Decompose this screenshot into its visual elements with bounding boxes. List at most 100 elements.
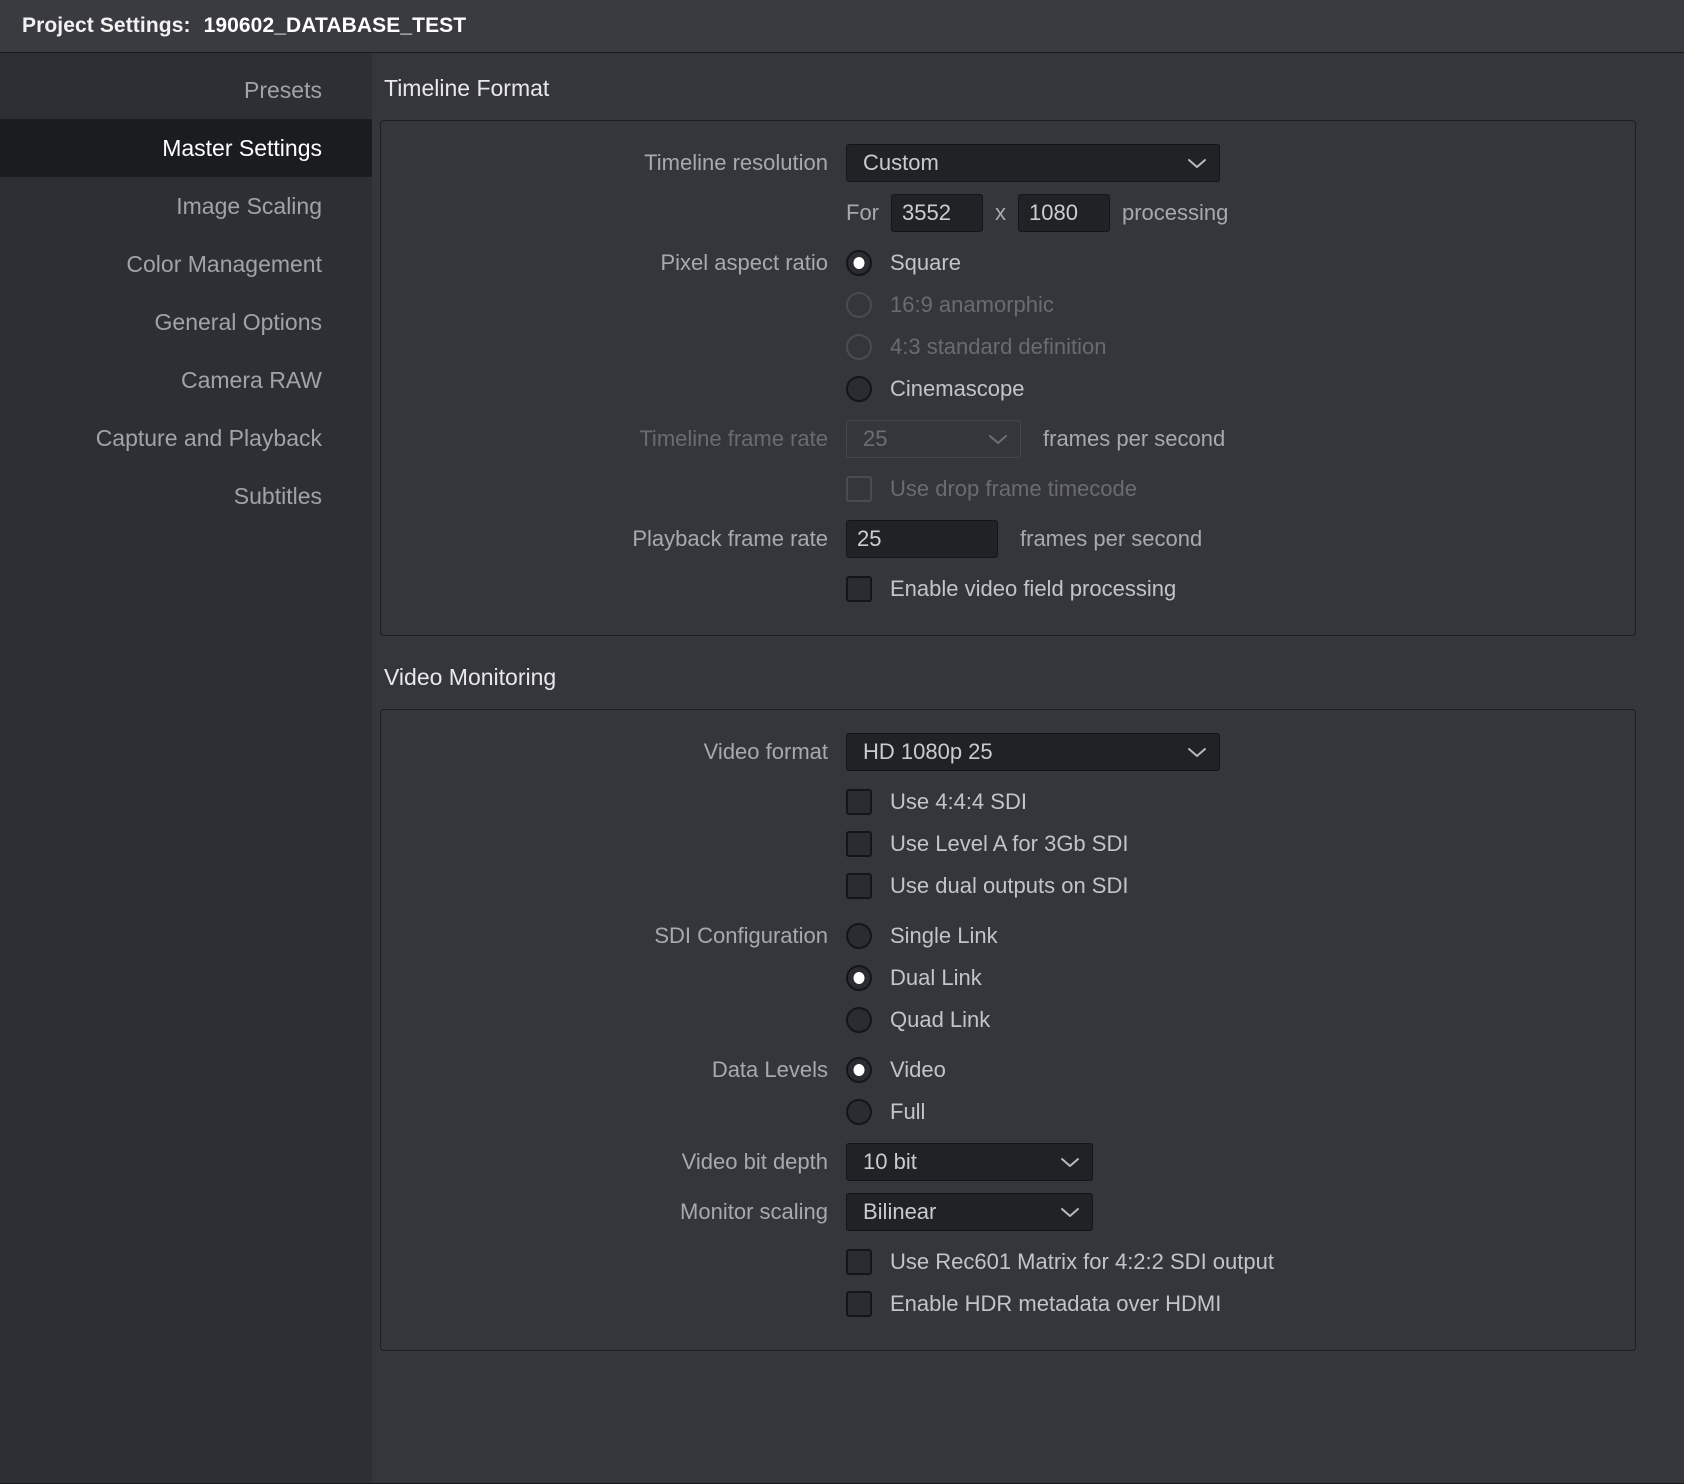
checkbox-label: Use dual outputs on SDI <box>890 873 1129 898</box>
radio-indicator <box>846 292 872 318</box>
custom-resolution-height-input[interactable]: 1080 <box>1018 194 1110 232</box>
sidebar-item-label: Capture and Playback <box>95 424 322 451</box>
sidebar-item-general-options[interactable]: General Options <box>0 293 372 351</box>
radio-indicator <box>846 376 872 402</box>
chevron-down-icon <box>988 433 1008 445</box>
video-format-value: HD 1080p 25 <box>863 739 993 764</box>
timeline-frame-rate-units: frames per second <box>1043 426 1226 451</box>
radio-label: Square <box>890 250 961 275</box>
radio-label: 16:9 anamorphic <box>890 292 1054 317</box>
playback-frame-rate-label: Playback frame rate <box>632 526 828 551</box>
checkbox-indicator <box>846 576 872 602</box>
chevron-down-icon <box>1060 1206 1080 1218</box>
timeline-format-panel: Timeline resolution Custom For 3552 x 10… <box>380 120 1636 636</box>
timeline-resolution-label: Timeline resolution <box>644 150 828 175</box>
chevron-down-icon <box>1060 1156 1080 1168</box>
radio-pixel-aspect-16-9-anamorphic: 16:9 anamorphic <box>846 286 1054 324</box>
data-levels-row-video: Data Levels Video <box>381 1050 1635 1090</box>
sidebar-item-master-settings[interactable]: Master Settings <box>0 119 372 177</box>
checkbox-label: Use 4:4:4 SDI <box>890 789 1027 814</box>
custom-resolution-suffix: processing <box>1122 200 1229 225</box>
use-rec601-matrix-row: Use Rec601 Matrix for 4:2:2 SDI output <box>381 1242 1635 1282</box>
timeline-frame-rate-value: 25 <box>863 426 888 451</box>
checkbox-indicator <box>846 476 872 502</box>
checkbox-enable-video-field-processing[interactable]: Enable video field processing <box>846 569 1176 609</box>
checkbox-indicator <box>846 831 872 857</box>
radio-data-levels-full[interactable]: Full <box>846 1093 925 1131</box>
radio-sdi-single-link[interactable]: Single Link <box>846 917 998 955</box>
checkbox-use-level-a-for-3gb-sdi[interactable]: Use Level A for 3Gb SDI <box>846 824 1128 864</box>
radio-sdi-dual-link[interactable]: Dual Link <box>846 959 982 997</box>
sidebar-item-label: Master Settings <box>162 134 322 161</box>
video-format-select[interactable]: HD 1080p 25 <box>846 733 1220 771</box>
sdi-configuration-row-quad: Quad Link <box>381 1000 1635 1040</box>
radio-label: 4:3 standard definition <box>890 334 1107 359</box>
radio-indicator <box>846 1057 872 1083</box>
checkbox-indicator <box>846 789 872 815</box>
project-name: 190602_DATABASE_TEST <box>203 14 467 37</box>
playback-frame-rate-input[interactable]: 25 <box>846 520 998 558</box>
enable-video-field-processing-row: Enable video field processing <box>381 569 1635 609</box>
data-levels-row-full: Full <box>381 1092 1635 1132</box>
sidebar-item-label: Subtitles <box>233 482 322 509</box>
window-title-label: Project Settings: <box>22 14 191 37</box>
video-format-label: Video format <box>703 739 828 764</box>
video-bit-depth-label: Video bit depth <box>681 1149 828 1174</box>
sdi-configuration-row-dual: Dual Link <box>381 958 1635 998</box>
radio-data-levels-video[interactable]: Video <box>846 1051 946 1089</box>
sidebar-item-camera-raw[interactable]: Camera RAW <box>0 351 372 409</box>
checkbox-use-rec601-matrix[interactable]: Use Rec601 Matrix for 4:2:2 SDI output <box>846 1242 1274 1282</box>
use-level-a-3gb-sdi-row: Use Level A for 3Gb SDI <box>381 824 1635 864</box>
checkbox-indicator <box>846 873 872 899</box>
checkbox-enable-hdr-metadata-over-hdmi[interactable]: Enable HDR metadata over HDMI <box>846 1284 1221 1324</box>
radio-indicator <box>846 334 872 360</box>
settings-content: Timeline Format Timeline resolution Cust… <box>372 53 1684 1483</box>
radio-label: Cinemascope <box>890 376 1025 401</box>
radio-pixel-aspect-cinemascope[interactable]: Cinemascope <box>846 370 1025 408</box>
custom-resolution-row: For 3552 x 1080 processing <box>381 193 1635 233</box>
playback-frame-rate-value: 25 <box>857 526 882 551</box>
pixel-aspect-ratio-row-43: 4:3 standard definition <box>381 327 1635 367</box>
timeline-resolution-select[interactable]: Custom <box>846 144 1220 182</box>
video-format-row: Video format HD 1080p 25 <box>381 732 1635 772</box>
playback-frame-rate-units: frames per second <box>1020 526 1203 551</box>
radio-indicator <box>846 250 872 276</box>
video-monitoring-heading: Video Monitoring <box>384 664 557 690</box>
monitor-scaling-row: Monitor scaling Bilinear <box>381 1192 1635 1232</box>
use-drop-frame-timecode-row: Use drop frame timecode <box>381 469 1635 509</box>
sdi-configuration-row-single: SDI Configuration Single Link <box>381 916 1635 956</box>
monitor-scaling-select[interactable]: Bilinear <box>846 1193 1093 1231</box>
checkbox-label: Use Level A for 3Gb SDI <box>890 831 1129 856</box>
sidebar-item-label: Presets <box>244 76 322 103</box>
checkbox-indicator <box>846 1249 872 1275</box>
sidebar-item-color-management[interactable]: Color Management <box>0 235 372 293</box>
sidebar-item-subtitles[interactable]: Subtitles <box>0 467 372 525</box>
custom-resolution-separator: x <box>995 200 1006 225</box>
radio-label: Dual Link <box>890 965 982 990</box>
radio-sdi-quad-link[interactable]: Quad Link <box>846 1001 990 1039</box>
checkbox-use-dual-outputs-on-sdi[interactable]: Use dual outputs on SDI <box>846 866 1128 906</box>
checkbox-label: Use Rec601 Matrix for 4:2:2 SDI output <box>890 1249 1274 1274</box>
sidebar-item-label: Color Management <box>126 250 322 277</box>
video-bit-depth-select[interactable]: 10 bit <box>846 1143 1093 1181</box>
timeline-resolution-value: Custom <box>863 150 939 175</box>
timeline-frame-rate-select: 25 <box>846 420 1021 458</box>
radio-pixel-aspect-square[interactable]: Square <box>846 244 961 282</box>
sidebar-item-presets[interactable]: Presets <box>0 61 372 119</box>
pixel-aspect-ratio-row-cinemascope: Cinemascope <box>381 369 1635 409</box>
timeline-frame-rate-row: Timeline frame rate 25 frames per second <box>381 419 1635 459</box>
radio-indicator <box>846 1007 872 1033</box>
checkbox-use-444-sdi[interactable]: Use 4:4:4 SDI <box>846 782 1027 822</box>
playback-frame-rate-row: Playback frame rate 25 frames per second <box>381 519 1635 559</box>
radio-label: Quad Link <box>890 1007 991 1032</box>
video-bit-depth-value: 10 bit <box>863 1149 917 1174</box>
sidebar-item-label: General Options <box>154 308 322 335</box>
checkbox-label: Enable video field processing <box>890 576 1177 601</box>
project-settings-window: Project Settings: 190602_DATABASE_TEST P… <box>0 0 1684 1484</box>
radio-pixel-aspect-4-3-standard-definition: 4:3 standard definition <box>846 328 1107 366</box>
sidebar-item-capture-and-playback[interactable]: Capture and Playback <box>0 409 372 467</box>
checkbox-use-drop-frame-timecode: Use drop frame timecode <box>846 469 1137 509</box>
custom-resolution-width-input[interactable]: 3552 <box>891 194 983 232</box>
timeline-resolution-row: Timeline resolution Custom <box>381 143 1635 183</box>
sidebar-item-image-scaling[interactable]: Image Scaling <box>0 177 372 235</box>
